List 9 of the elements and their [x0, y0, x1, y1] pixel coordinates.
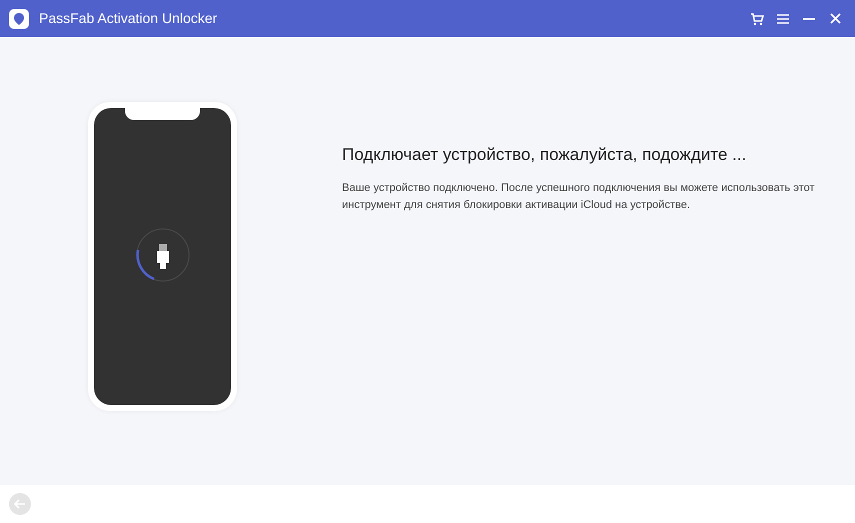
app-logo-icon: [9, 8, 29, 28]
window-title: PassFab Activation Unlocker: [39, 9, 218, 28]
arrow-left-icon: [14, 499, 26, 509]
cart-icon[interactable]: [750, 12, 764, 26]
minimize-icon[interactable]: [803, 18, 815, 20]
close-icon[interactable]: [830, 13, 841, 24]
status-heading: Подключает устройство, пожалуйста, подождите ...: [342, 144, 748, 166]
status-description: Ваше устройство подключено. После успешного подключения вы можете использовать этот инструмент для снятия блокировки активации iCloud на устройстве.: [342, 180, 816, 212]
menu-icon[interactable]: [777, 14, 789, 24]
